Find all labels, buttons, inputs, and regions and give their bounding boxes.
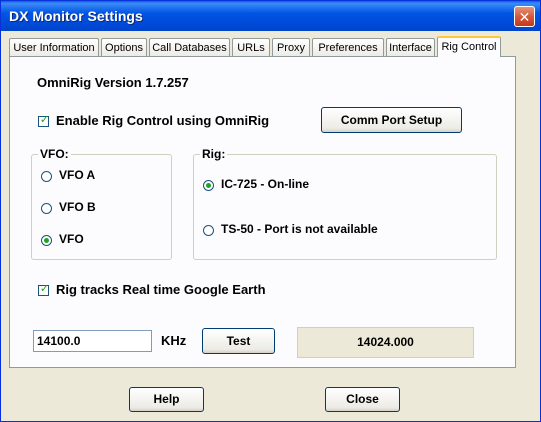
radio-dot-icon [44, 238, 49, 243]
frequency-input[interactable]: 14100.0 [33, 330, 152, 352]
vfo-group-title: VFO: [38, 147, 71, 161]
tab-rig-control[interactable]: Rig Control [437, 36, 501, 57]
tab-options[interactable]: Options [101, 38, 147, 56]
rig-group-title: Rig: [200, 147, 228, 161]
ic-725-label[interactable]: IC-725 - On-line [221, 177, 309, 191]
omnirig-version-label: OmniRig Version 1.7.257 [37, 75, 189, 90]
vfo-a-radio[interactable] [41, 171, 52, 182]
tab-preferences[interactable]: Preferences [312, 38, 384, 56]
rig-control-panel: OmniRig Version 1.7.257 ✓ Enable Rig Con… [9, 56, 516, 368]
radio-dot-icon [206, 183, 211, 188]
frequency-readout: 14024.000 [297, 327, 474, 358]
close-window-icon[interactable]: ✕ [514, 6, 535, 27]
frequency-unit-label: KHz [161, 333, 187, 348]
vfo-a-label[interactable]: VFO A [59, 168, 95, 182]
rig-group: Rig: IC-725 - On-line TS-50 - Port is no… [193, 147, 497, 260]
dialog-window: DX Monitor Settings ✕ User Information O… [0, 0, 541, 422]
enable-rig-control-label[interactable]: Enable Rig Control using OmniRig [56, 113, 269, 128]
vfo-radio[interactable] [41, 235, 52, 246]
vfo-group: VFO: VFO A VFO B VFO [31, 147, 172, 260]
google-earth-label[interactable]: Rig tracks Real time Google Earth [56, 282, 266, 297]
vfo-b-radio[interactable] [41, 203, 52, 214]
tab-interface[interactable]: Interface [386, 38, 435, 56]
ic-725-radio[interactable] [203, 180, 214, 191]
close-button[interactable]: Close [325, 387, 400, 412]
tab-proxy[interactable]: Proxy [272, 38, 310, 56]
comm-port-setup-button[interactable]: Comm Port Setup [321, 107, 462, 133]
help-button[interactable]: Help [129, 387, 204, 412]
vfo-label[interactable]: VFO [59, 232, 84, 246]
tab-urls[interactable]: URLs [232, 38, 270, 56]
vfo-b-label[interactable]: VFO B [59, 200, 96, 214]
tab-call-databases[interactable]: Call Databases [149, 38, 230, 56]
test-button[interactable]: Test [202, 328, 275, 354]
ts-50-label[interactable]: TS-50 - Port is not available [221, 222, 378, 236]
google-earth-checkbox[interactable]: ✓ [38, 283, 50, 296]
check-mark-icon: ✓ [39, 283, 50, 295]
tab-user-information[interactable]: User Information [9, 38, 99, 56]
ts-50-radio[interactable] [203, 225, 214, 236]
title-bar[interactable]: DX Monitor Settings ✕ [1, 1, 540, 31]
check-mark-icon: ✓ [39, 114, 50, 126]
window-title: DX Monitor Settings [9, 8, 143, 24]
enable-rig-control-checkbox[interactable]: ✓ [38, 114, 50, 127]
